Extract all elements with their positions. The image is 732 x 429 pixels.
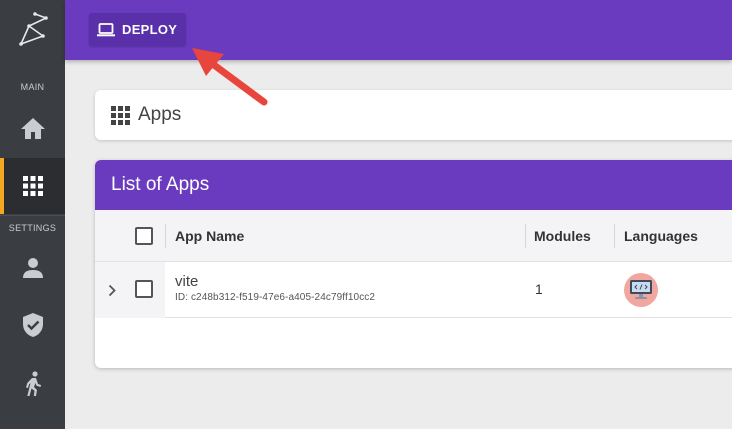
annotation-arrow-icon [192, 48, 268, 106]
sidebar-item-home[interactable] [0, 100, 65, 156]
apps-grid-icon [22, 176, 43, 196]
row-checkbox[interactable] [135, 280, 153, 298]
app-name[interactable]: vite [175, 273, 198, 290]
panel-header: List of Apps [95, 160, 732, 210]
computer-code-icon [630, 280, 652, 299]
user-icon [22, 258, 43, 278]
language-badge [624, 273, 658, 307]
shield-check-icon [22, 313, 43, 337]
column-separator [614, 224, 615, 248]
column-header-languages[interactable]: Languages [624, 210, 698, 262]
sidebar-item-apps[interactable] [0, 158, 65, 214]
chevron-right-icon [108, 284, 116, 296]
section-label-settings: SETTINGS [8, 223, 57, 233]
sidebar-divider [0, 215, 65, 216]
running-person-icon [25, 371, 41, 396]
home-icon [20, 118, 45, 139]
table-row[interactable]: vite ID: c248b312-f519-47e6-a405-24c79ff… [95, 262, 732, 318]
table-header: App Name Modules Languages [95, 210, 732, 262]
section-label-main: MAIN [20, 82, 45, 92]
apps-grid-icon [111, 105, 130, 125]
panel-title: List of Apps [111, 174, 210, 195]
deploy-button-label: DEPLOY [122, 22, 178, 37]
sidebar-item-security[interactable] [0, 297, 65, 353]
active-indicator [0, 158, 4, 214]
app-id: ID: c248b312-f519-47e6-a405-24c79ff10cc2 [175, 292, 376, 303]
modules-count: 1 [535, 281, 543, 297]
column-header-modules[interactable]: Modules [534, 210, 591, 262]
constellation-logo-icon [18, 12, 48, 46]
sidebar-item-activity[interactable] [0, 356, 65, 412]
sidebar: MAIN SETTINGS [0, 0, 65, 429]
sidebar-item-user[interactable] [0, 240, 65, 296]
column-separator [165, 224, 166, 248]
apps-panel: List of Apps App Name Modules Languages … [95, 160, 732, 368]
page-title: Apps [138, 104, 182, 125]
select-all-checkbox[interactable] [135, 227, 153, 245]
column-separator [525, 224, 526, 248]
laptop-icon [97, 22, 115, 36]
deploy-button[interactable]: DEPLOY [89, 13, 186, 46]
expand-row-button[interactable] [105, 279, 119, 301]
logo[interactable] [0, 0, 65, 60]
column-header-app-name[interactable]: App Name [175, 210, 244, 262]
top-bar: DEPLOY [65, 0, 732, 60]
